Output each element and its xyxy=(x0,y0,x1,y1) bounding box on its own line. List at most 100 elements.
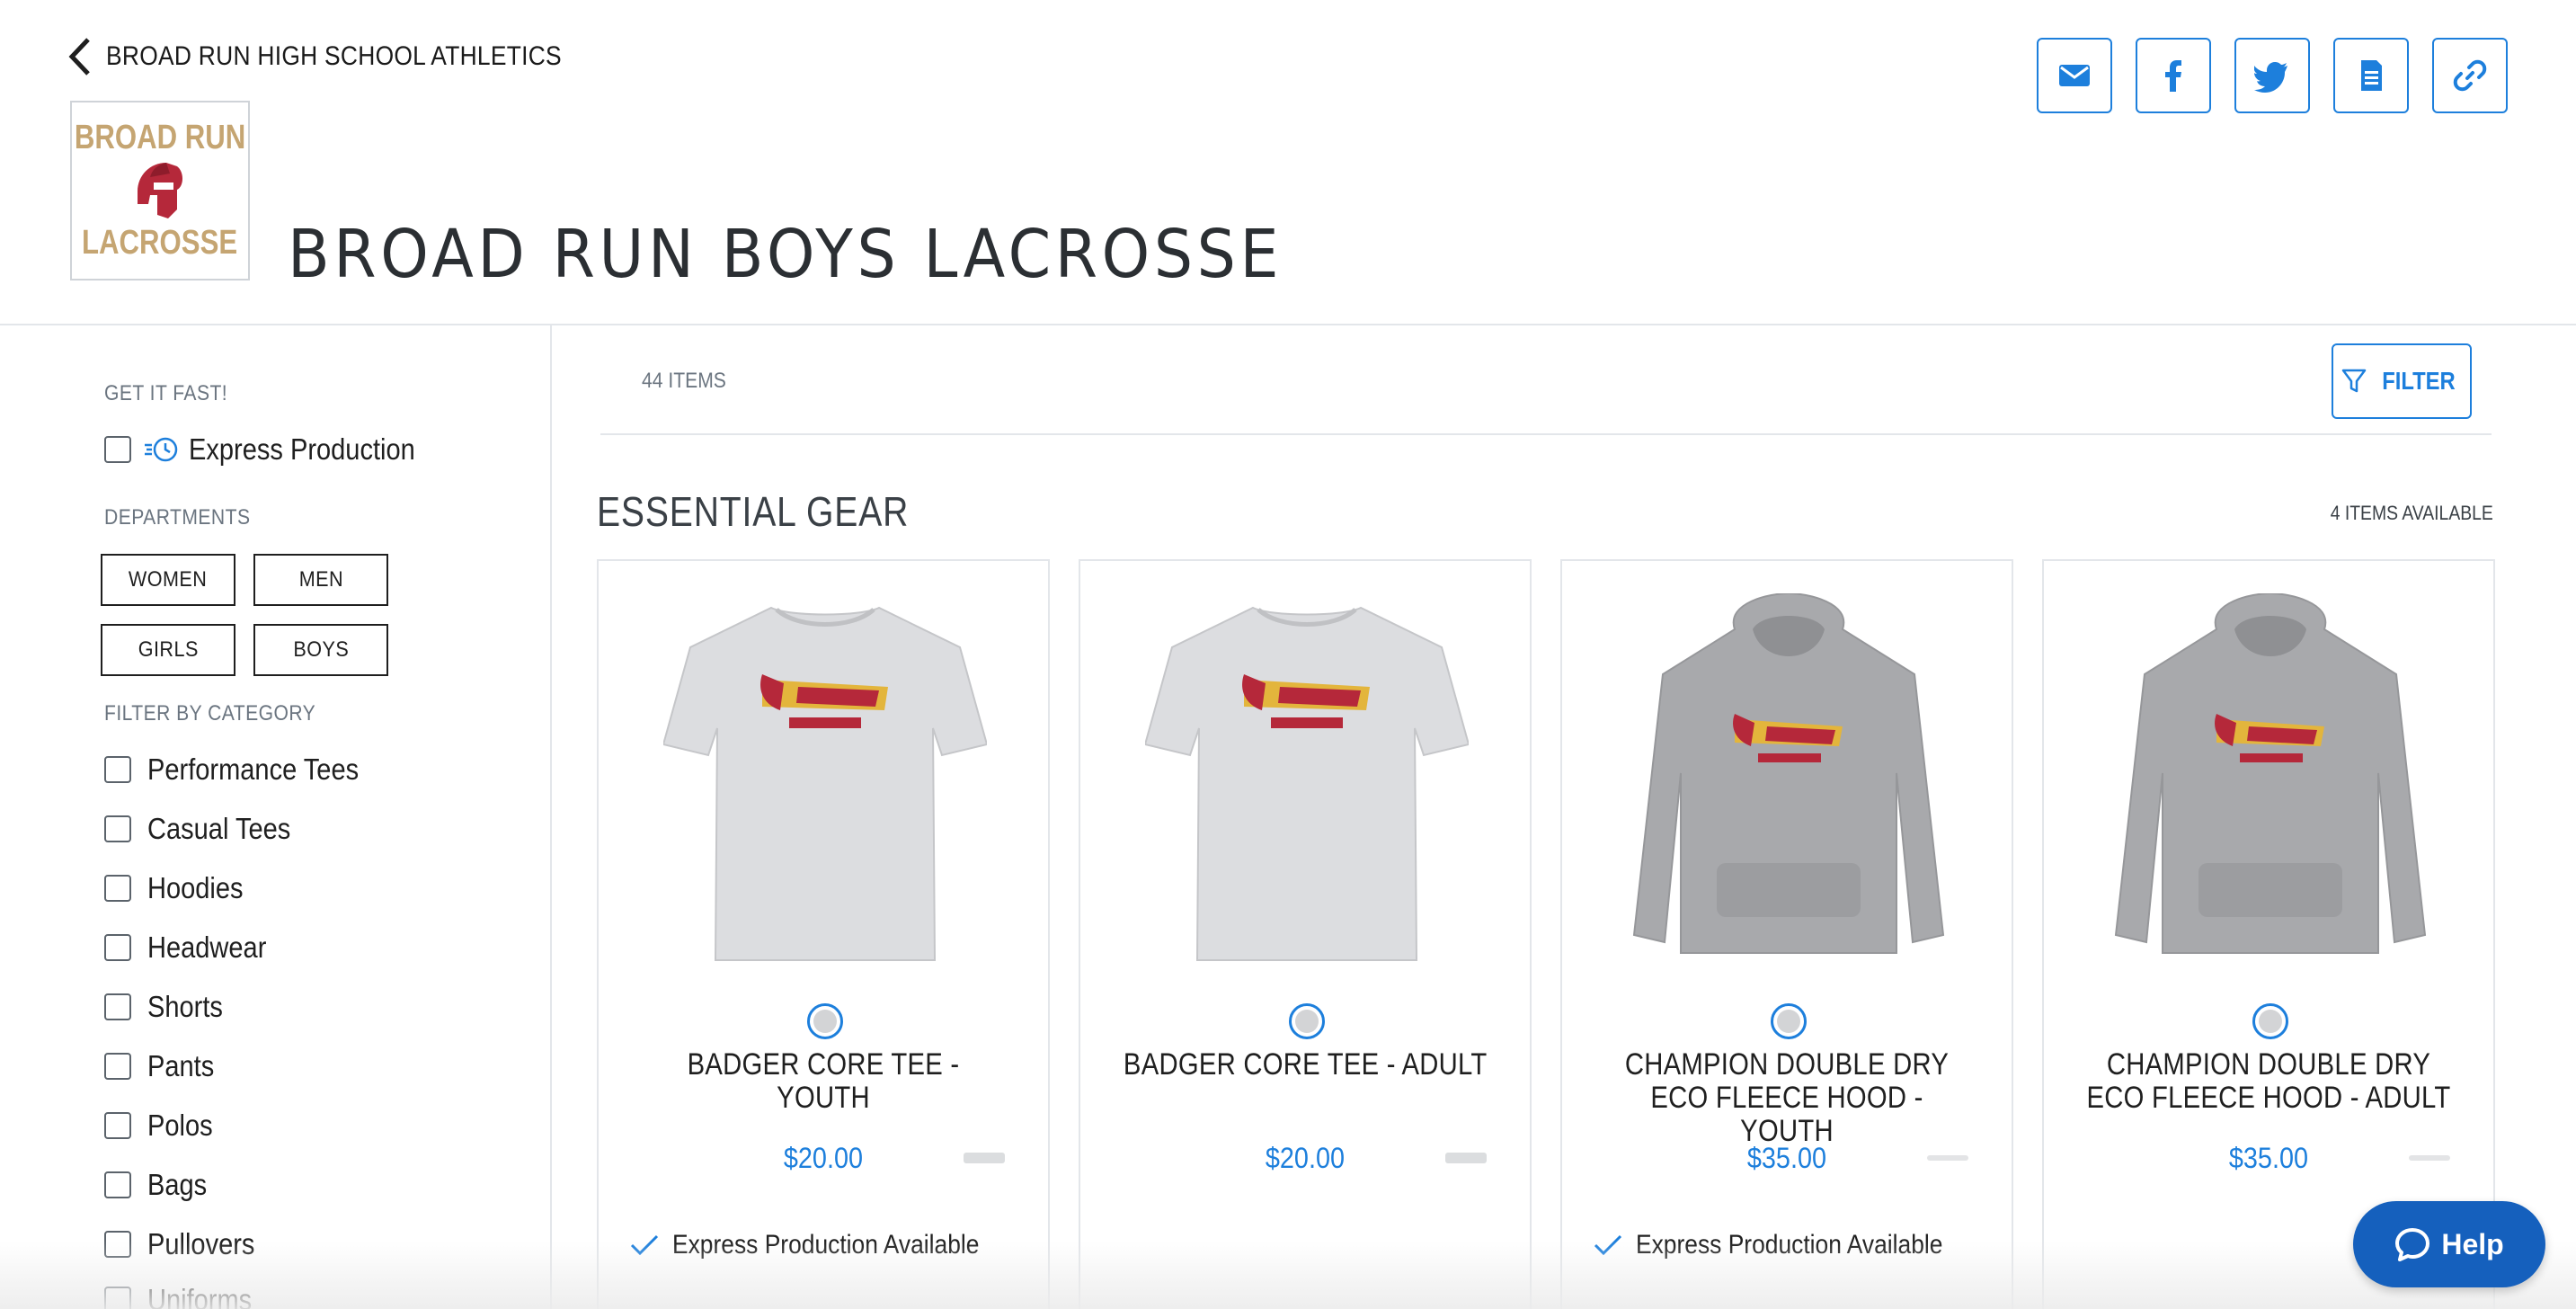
chevron-left-icon xyxy=(68,38,90,76)
product-image xyxy=(1598,593,1979,971)
share-buttons xyxy=(2037,38,2508,113)
checkmark-icon xyxy=(630,1234,659,1256)
help-button-label: Help xyxy=(2441,1227,2504,1260)
category-item[interactable]: Performance Tees xyxy=(104,750,387,789)
department-girls-label: GIRLS xyxy=(138,637,199,662)
express-availability-text: Express Production Available xyxy=(672,1230,980,1260)
back-link[interactable]: BROAD RUN HIGH SCHOOL ATHLETICS xyxy=(67,36,624,77)
brand-logo-icon xyxy=(2409,1155,2450,1161)
filter-button[interactable]: FILTER xyxy=(2332,343,2472,419)
category-label: Performance Tees xyxy=(147,752,360,786)
category-checkbox[interactable] xyxy=(104,993,131,1020)
category-item[interactable]: Pants xyxy=(104,1046,223,1086)
category-label: Hoodies xyxy=(147,871,244,904)
filter-icon xyxy=(2341,369,2367,393)
express-production-checkbox[interactable] xyxy=(104,436,131,463)
category-checkbox[interactable] xyxy=(104,1053,131,1080)
page-title: BROAD RUN BOYS LACROSSE xyxy=(288,216,1284,293)
category-item[interactable]: Pullovers xyxy=(104,1224,270,1264)
department-men-label: MEN xyxy=(298,567,343,592)
product-image xyxy=(635,593,1016,971)
express-production-filter[interactable]: Express Production xyxy=(104,430,446,469)
product-name-text: CHAMPION DOUBLE DRY ECO FLEECE HOOD - AD… xyxy=(2086,1047,2451,1115)
category-checkbox[interactable] xyxy=(104,1112,131,1139)
category-item[interactable]: Headwear xyxy=(104,928,282,967)
category-checkbox[interactable] xyxy=(104,815,131,842)
back-link-label: BROAD RUN HIGH SCHOOL ATHLETICS xyxy=(106,41,562,71)
section-title: ESSENTIAL GEAR xyxy=(597,488,910,535)
category-checkbox[interactable] xyxy=(104,1171,131,1198)
logo-bottom-text: LACROSSE xyxy=(82,224,238,262)
color-swatch[interactable] xyxy=(1289,1003,1325,1039)
filter-button-label: FILTER xyxy=(2382,367,2456,395)
product-name: BADGER CORE TEE - ADULT xyxy=(1089,1048,1521,1082)
category-item[interactable]: Shorts xyxy=(104,987,233,1027)
facebook-share-button[interactable] xyxy=(2136,38,2211,113)
product-name: CHAMPION DOUBLE DRY ECO FLEECE HOOD - YO… xyxy=(1571,1048,2003,1148)
departments-heading: DEPARTMENTS xyxy=(104,505,251,530)
department-boys-button[interactable]: BOYS xyxy=(253,624,388,676)
help-button[interactable]: Help xyxy=(2353,1201,2545,1287)
section-item-count: 4 ITEMS AVAILABLE xyxy=(2330,502,2493,524)
category-label: Shorts xyxy=(147,990,223,1023)
category-checkbox[interactable] xyxy=(104,1231,131,1258)
product-image xyxy=(2080,593,2461,971)
category-label: Headwear xyxy=(147,931,267,964)
department-women-label: WOMEN xyxy=(129,567,208,592)
product-price-text: $20.00 xyxy=(1265,1142,1346,1174)
category-checkbox[interactable] xyxy=(104,756,131,783)
link-icon xyxy=(2453,59,2487,92)
product-price-text: $20.00 xyxy=(783,1142,864,1174)
express-clock-icon xyxy=(144,436,180,463)
document-share-button[interactable] xyxy=(2333,38,2409,113)
category-checkbox[interactable] xyxy=(104,934,131,961)
category-item[interactable]: Bags xyxy=(104,1165,215,1205)
divider xyxy=(600,433,2492,435)
team-logo: BROAD RUN LACROSSE xyxy=(70,101,250,280)
twitter-icon xyxy=(2254,62,2287,93)
category-label: Uniforms xyxy=(147,1283,253,1309)
category-item[interactable]: Casual Tees xyxy=(104,809,310,849)
category-label: Pullovers xyxy=(147,1227,255,1260)
page-header: BROAD RUN HIGH SCHOOL ATHLETICS BROAD RU… xyxy=(0,0,2576,325)
category-label: Polos xyxy=(147,1109,213,1142)
product-name-text: BADGER CORE TEE - ADULT xyxy=(1123,1047,1488,1082)
category-heading: FILTER BY CATEGORY xyxy=(104,701,316,726)
category-item[interactable]: Hoodies xyxy=(104,868,256,908)
logo-top-text: BROAD RUN xyxy=(74,119,246,156)
email-icon xyxy=(2059,65,2090,86)
category-checkbox[interactable] xyxy=(104,1287,131,1309)
category-label: Casual Tees xyxy=(147,812,291,845)
chat-bubble-icon xyxy=(2395,1228,2430,1261)
express-availability: Express Production Available xyxy=(629,1230,1021,1260)
twitter-share-button[interactable] xyxy=(2234,38,2310,113)
department-girls-button[interactable]: GIRLS xyxy=(101,624,235,676)
product-card[interactable]: CHAMPION DOUBLE DRY ECO FLEECE HOOD - AD… xyxy=(2042,559,2495,1309)
express-production-label: Express Production xyxy=(189,432,415,466)
product-name: BADGER CORE TEE - YOUTH xyxy=(608,1048,1039,1115)
email-share-button[interactable] xyxy=(2037,38,2112,113)
brand-logo-icon xyxy=(1927,1155,1968,1161)
department-boys-label: BOYS xyxy=(293,637,349,662)
category-item[interactable]: Uniforms xyxy=(104,1280,266,1309)
color-swatch[interactable] xyxy=(2252,1003,2288,1039)
product-card[interactable]: CHAMPION DOUBLE DRY ECO FLEECE HOOD - YO… xyxy=(1560,559,2013,1309)
product-name: CHAMPION DOUBLE DRY ECO FLEECE HOOD - AD… xyxy=(2053,1048,2484,1115)
items-count: 44 ITEMS xyxy=(642,369,726,393)
product-card[interactable]: BADGER CORE TEE - ADULT $20.00 xyxy=(1079,559,1532,1309)
brand-logo-icon xyxy=(964,1153,1005,1163)
product-card[interactable]: BADGER CORE TEE - YOUTH $20.00 Express P… xyxy=(597,559,1050,1309)
copy-link-button[interactable] xyxy=(2432,38,2508,113)
department-men-button[interactable]: MEN xyxy=(253,554,388,606)
express-availability-text: Express Production Available xyxy=(1636,1230,1943,1260)
category-checkbox[interactable] xyxy=(104,875,131,902)
product-price-text: $35.00 xyxy=(2228,1142,2309,1174)
document-icon xyxy=(2361,60,2382,91)
color-swatch[interactable] xyxy=(807,1003,843,1039)
department-women-button[interactable]: WOMEN xyxy=(101,554,235,606)
get-it-fast-heading: GET IT FAST! xyxy=(104,381,228,405)
category-item[interactable]: Polos xyxy=(104,1106,222,1145)
color-swatch[interactable] xyxy=(1771,1003,1807,1039)
category-label: Pants xyxy=(147,1049,215,1082)
product-image xyxy=(1116,593,1497,971)
